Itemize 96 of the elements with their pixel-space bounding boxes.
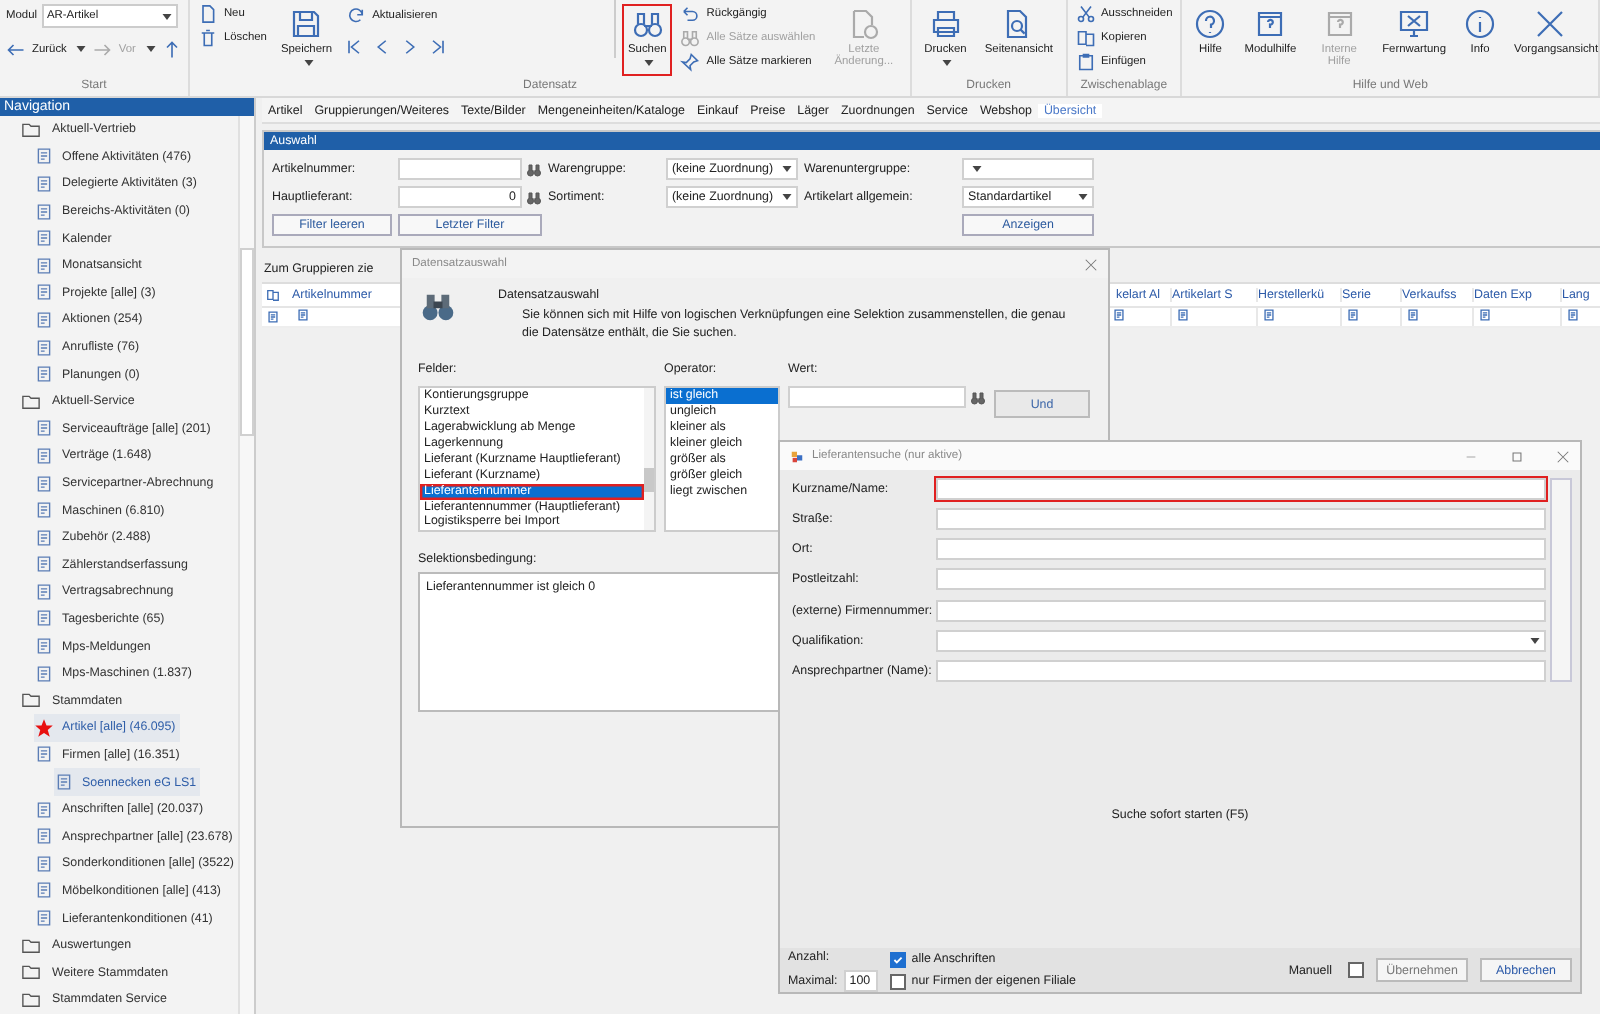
star-icon <box>34 717 54 738</box>
scrollbar[interactable] <box>1550 478 1572 682</box>
filter-icon[interactable] <box>1566 308 1580 322</box>
first-arrow-icon[interactable] <box>344 36 365 58</box>
info-icon <box>1464 8 1496 40</box>
list-icon <box>34 500 54 521</box>
last-arrow-icon[interactable] <box>428 36 449 58</box>
close-icon[interactable] <box>1084 257 1098 271</box>
maximize-icon[interactable] <box>1510 449 1524 463</box>
list-icon <box>34 364 54 385</box>
list-icon <box>34 799 54 820</box>
filter-icon[interactable] <box>1406 308 1420 322</box>
filter-icon[interactable] <box>296 308 310 322</box>
caret-icon <box>303 60 314 67</box>
caret-icon <box>782 194 792 200</box>
caret-icon <box>1078 194 1088 200</box>
input-field[interactable] <box>788 386 966 409</box>
caret-icon <box>1530 637 1540 644</box>
input-field[interactable] <box>398 158 522 180</box>
input-field[interactable] <box>936 508 1546 531</box>
filter-icon[interactable] <box>1478 308 1492 322</box>
app-icon <box>790 449 804 463</box>
scissors-icon <box>1075 3 1096 23</box>
binoculars-icon[interactable] <box>526 189 542 205</box>
list-icon <box>54 772 74 793</box>
list-icon <box>34 826 54 847</box>
folder-icon <box>18 962 44 983</box>
scrollbar[interactable] <box>644 388 654 531</box>
binoculars-icon[interactable] <box>526 161 542 177</box>
list-icon <box>34 908 54 929</box>
monitor-icon <box>1398 8 1431 40</box>
input-field[interactable] <box>936 568 1546 591</box>
caret-icon <box>782 166 792 172</box>
input-field[interactable] <box>936 478 1546 501</box>
trash-icon <box>197 27 218 47</box>
folder-icon <box>18 391 44 412</box>
binoculars-icon[interactable] <box>970 389 986 406</box>
input-field[interactable] <box>936 599 1546 622</box>
list-icon <box>34 201 54 222</box>
save-icon <box>290 8 323 40</box>
list-icon <box>34 255 54 276</box>
printer-icon <box>929 8 962 40</box>
list-icon <box>34 309 54 330</box>
list-icon <box>34 337 54 358</box>
list-icon <box>34 173 54 194</box>
undo-icon <box>680 3 701 23</box>
help-book-icon <box>1323 8 1356 40</box>
caret-icon <box>972 166 982 172</box>
left-arrow-icon[interactable] <box>6 39 26 59</box>
list-icon <box>34 581 54 602</box>
list-icon <box>34 445 54 466</box>
folder-icon <box>18 989 44 1010</box>
filter-icon[interactable] <box>1176 308 1190 322</box>
pin-icon <box>680 51 701 71</box>
binoculars-icon <box>631 8 664 40</box>
list-icon <box>34 473 54 494</box>
list-icon <box>34 527 54 548</box>
folder-icon <box>18 119 44 140</box>
input-field[interactable] <box>936 659 1546 682</box>
list-icon <box>34 146 54 167</box>
scrollbar[interactable] <box>238 116 254 1014</box>
list-icon <box>34 636 54 657</box>
caret-icon <box>942 60 953 67</box>
help-icon <box>1194 8 1227 40</box>
copy-icon <box>1075 27 1096 47</box>
list-icon <box>34 418 54 439</box>
filter-icon[interactable] <box>1346 308 1360 322</box>
list-icon <box>34 663 54 684</box>
folder-icon <box>18 935 44 956</box>
list-icon <box>34 554 54 575</box>
input-field[interactable] <box>936 538 1546 561</box>
list-icon <box>34 853 54 874</box>
document-icon <box>197 3 218 23</box>
caret-icon <box>145 46 156 52</box>
close-icon[interactable] <box>1556 449 1570 463</box>
clipboard-icon <box>1075 51 1096 71</box>
list-icon <box>34 608 54 629</box>
check-icon <box>891 953 904 965</box>
filter-icon[interactable] <box>1262 308 1276 322</box>
cross-icon <box>1534 8 1566 40</box>
caret-icon <box>161 13 171 19</box>
caret-icon <box>644 60 655 67</box>
filter-icon[interactable] <box>1112 308 1126 322</box>
list-icon <box>34 744 54 765</box>
up-arrow-icon[interactable] <box>161 39 182 59</box>
folder-icon <box>18 690 44 711</box>
list-icon <box>34 228 54 249</box>
refresh-icon <box>346 5 367 25</box>
help-book-icon <box>1254 8 1287 40</box>
caret-icon <box>76 46 87 52</box>
clock-document-icon <box>847 8 880 40</box>
scroll-thumb[interactable] <box>240 248 254 436</box>
binoculars-icon <box>680 27 701 47</box>
list-icon <box>34 880 54 901</box>
right-arrow-icon[interactable] <box>92 39 113 59</box>
list-icon <box>34 282 54 303</box>
